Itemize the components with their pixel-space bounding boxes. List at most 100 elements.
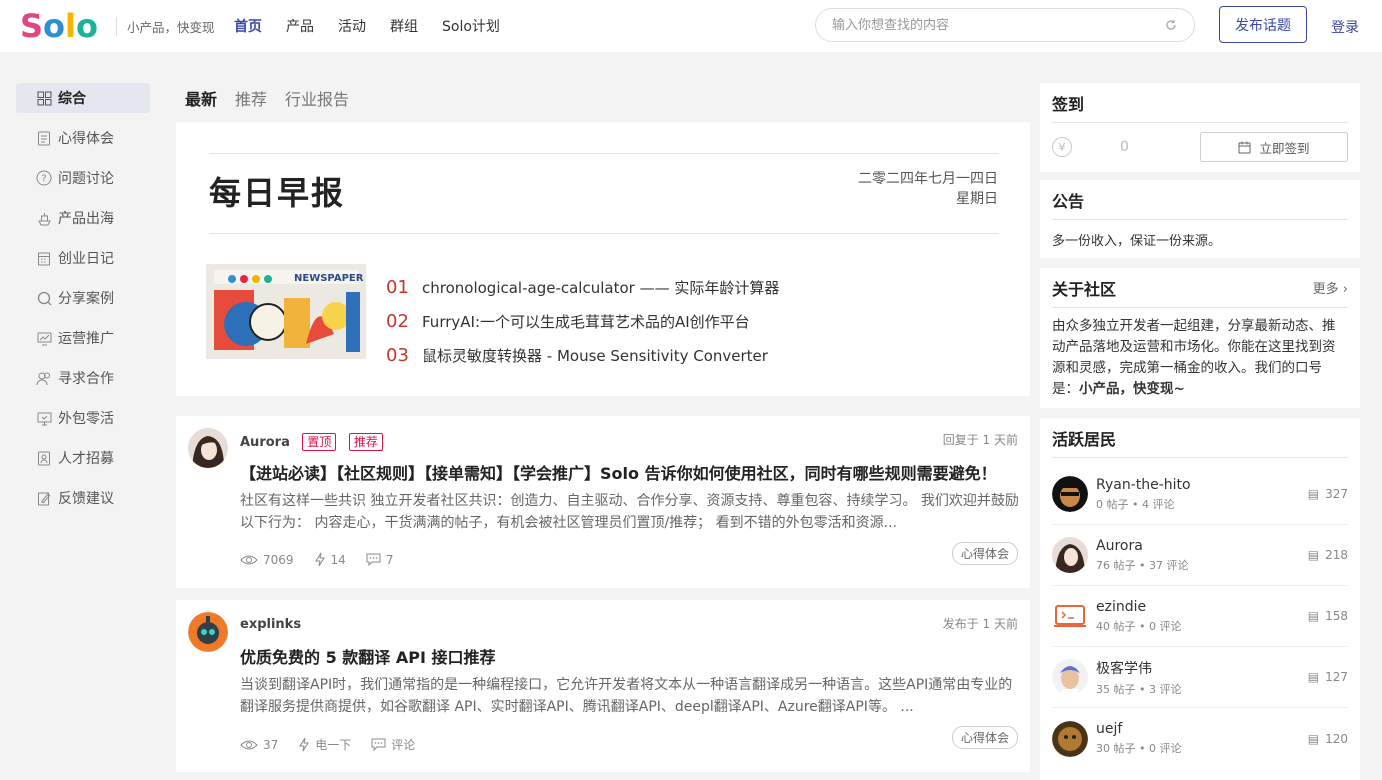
card-header: 签到 — [1052, 83, 1348, 123]
sidebar-item-label: 人才招募 — [58, 451, 114, 467]
coin-icon: ¥ — [1052, 137, 1072, 157]
chevron-right-icon: › — [1342, 282, 1348, 297]
resident-item[interactable]: Aurora 76 帖子 • 37 评论 ▤ 218 — [1052, 525, 1348, 586]
sidebar-item-label: 寻求合作 — [58, 371, 114, 387]
tab-latest[interactable]: 最新 — [185, 86, 217, 110]
nav-home[interactable]: 首页 — [234, 16, 262, 36]
document-icon — [36, 130, 52, 146]
daily-list: 01 chronological-age-calculator —— 实际年龄计算… — [386, 270, 779, 372]
sidebar-item-experience[interactable]: 心得体会 — [16, 123, 150, 153]
nav-products[interactable]: 产品 — [286, 16, 314, 36]
users-icon — [36, 370, 52, 386]
avatar[interactable] — [1052, 598, 1088, 634]
post-excerpt[interactable]: 当谈到翻译API时，我们通常指的是一种编程接口，它允许开发者将文本从一种语言翻译… — [240, 674, 1020, 718]
sidebar-item-recruit[interactable]: 人才招募 — [16, 443, 150, 473]
sidebar-item-label: 分享案例 — [58, 291, 114, 307]
notice-title: 公告 — [1052, 191, 1085, 211]
login-link[interactable]: 登录 — [1331, 17, 1359, 37]
comment-icon — [371, 738, 386, 751]
nav-groups[interactable]: 群组 — [390, 16, 418, 36]
checkin-button[interactable]: 立即签到 — [1200, 132, 1348, 162]
notice-card: 公告 多一份收入，保证一份来源。 — [1040, 180, 1360, 258]
post-title[interactable]: 优质免费的 5 款翻译 API 接口推荐 — [240, 644, 495, 668]
post-meta: 7069 14 7 — [240, 552, 393, 567]
tab-industry-report[interactable]: 行业报告 — [285, 86, 349, 110]
tab-recommended[interactable]: 推荐 — [235, 86, 267, 110]
resident-count: ▤ 327 — [1308, 487, 1348, 501]
refresh-icon[interactable] — [1164, 18, 1178, 32]
sidebar-item-promotion[interactable]: 运营推广 — [16, 323, 150, 353]
publish-topic-button[interactable]: 发布话题 — [1219, 6, 1307, 43]
sidebar-item-cooperation[interactable]: 寻求合作 — [16, 363, 150, 393]
eye-icon — [240, 555, 258, 564]
resident-item[interactable]: Ryan-the-hito 0 帖子 • 4 评论 ▤ 327 — [1052, 464, 1348, 525]
like-button[interactable]: 14 — [314, 552, 346, 567]
comment-button[interactable]: 评论 — [371, 736, 415, 753]
logo-letter-o2: o — [76, 7, 98, 45]
views-stat: 37 — [240, 738, 278, 752]
like-button[interactable]: 电一下 — [298, 736, 351, 753]
avatar[interactable] — [188, 428, 228, 468]
daily-item[interactable]: 01 chronological-age-calculator —— 实际年龄计算… — [386, 270, 779, 304]
checkin-row: ¥ 0 立即签到 — [1052, 123, 1348, 171]
avatar[interactable] — [1052, 537, 1088, 573]
checkin-card: 签到 ¥ 0 立即签到 — [1040, 83, 1360, 172]
resident-item[interactable]: 极客学伟 35 帖子 • 3 评论 ▤ 127 — [1052, 647, 1348, 708]
pinned-badge: 置顶 — [302, 433, 337, 451]
avatar[interactable] — [188, 612, 228, 652]
daily-report-card: 每日早报 二零二四年七月一四日 星期日 NEWSPAPER 01 chronolo… — [176, 122, 1030, 396]
avatar[interactable] — [1052, 476, 1088, 512]
resident-item[interactable]: ezindie 40 帖子 • 0 评论 ▤ 158 — [1052, 586, 1348, 647]
svg-text:?: ? — [41, 174, 46, 185]
author-name[interactable]: explinks — [240, 617, 301, 632]
logo-letter-s: S — [20, 7, 44, 45]
about-title: 关于社区 — [1052, 279, 1117, 299]
posts-icon: ▤ — [1307, 487, 1320, 501]
divider — [209, 233, 999, 234]
category-tag[interactable]: 心得体会 — [951, 726, 1018, 749]
resident-name: uejf — [1096, 721, 1123, 737]
resident-stats: 30 帖子 • 0 评论 — [1096, 742, 1182, 755]
item-text: FurryAI:一个可以生成毛茸茸艺术品的AI创作平台 — [422, 312, 750, 331]
newspaper-thumbnail[interactable]: NEWSPAPER — [206, 264, 366, 359]
count-value: 327 — [1325, 487, 1348, 501]
count-value: 120 — [1325, 731, 1348, 746]
resident-item[interactable]: uejf 30 帖子 • 0 评论 ▤ 120 — [1052, 708, 1348, 769]
date-text: 二零二四年七月一四日 — [858, 171, 998, 187]
top-header: S o l o 小产品，快变现 首页 产品 活动 群组 Solo计划 发布话题 … — [0, 0, 1382, 52]
nav-events[interactable]: 活动 — [338, 16, 366, 36]
avatar[interactable] — [1052, 720, 1088, 757]
more-link[interactable]: 更多 › — [1313, 278, 1348, 297]
main-nav: 首页 产品 活动 群组 Solo计划 — [234, 16, 500, 36]
search-input[interactable] — [832, 17, 1164, 33]
sidebar-item-overseas[interactable]: 产品出海 — [16, 203, 150, 233]
sidebar-item-label: 综合 — [58, 91, 86, 107]
post-title[interactable]: 【进站必读】【社区规则】【接单需知】【学会推广】Solo 告诉你如何使用社区，同… — [240, 460, 997, 484]
sidebar-item-diary[interactable]: 创业日记 — [16, 243, 150, 273]
daily-item[interactable]: 02 FurryAI:一个可以生成毛茸茸艺术品的AI创作平台 — [386, 304, 779, 338]
notice-text: 多一份收入，保证一份来源。 — [1052, 234, 1222, 249]
resident-count: ▤ 127 — [1308, 670, 1348, 684]
comment-button[interactable]: 7 — [366, 553, 393, 567]
post-card: explinks 发布于 1 天前 优质免费的 5 款翻译 API 接口推荐 当… — [176, 600, 1030, 772]
avatar[interactable] — [1052, 659, 1088, 695]
post-meta: 37 电一下 评论 — [240, 736, 415, 753]
views-count: 7069 — [263, 552, 294, 567]
sidebar-item-outsourcing[interactable]: 外包零活 — [16, 403, 150, 433]
card-header: 公告 — [1052, 180, 1348, 220]
post-excerpt[interactable]: 社区有这样一些共识 独立开发者社区共识：创造力、自主驱动、合作分享、资源支持、尊… — [240, 490, 1020, 534]
author-name[interactable]: Aurora 置顶 推荐 — [240, 433, 383, 451]
solo-logo[interactable]: S o l o — [20, 10, 98, 42]
sidebar-item-questions[interactable]: ? 问题讨论 — [16, 163, 150, 193]
logo-letter-o: o — [43, 7, 66, 45]
category-tag[interactable]: 心得体会 — [951, 542, 1018, 565]
sidebar-item-label: 运营推广 — [58, 331, 114, 347]
daily-item[interactable]: 03 鼠标灵敏度转换器 - Mouse Sensitivity Converter — [386, 338, 779, 372]
nav-solo-plan[interactable]: Solo计划 — [442, 16, 500, 36]
sidebar-item-feedback[interactable]: 反馈建议 — [16, 483, 150, 513]
more-label: 更多 — [1312, 282, 1339, 297]
posts-icon: ▤ — [1307, 548, 1320, 562]
lightning-icon — [314, 552, 325, 567]
sidebar-item-general[interactable]: 综合 — [16, 83, 150, 113]
sidebar-item-cases[interactable]: 分享案例 — [16, 283, 150, 313]
